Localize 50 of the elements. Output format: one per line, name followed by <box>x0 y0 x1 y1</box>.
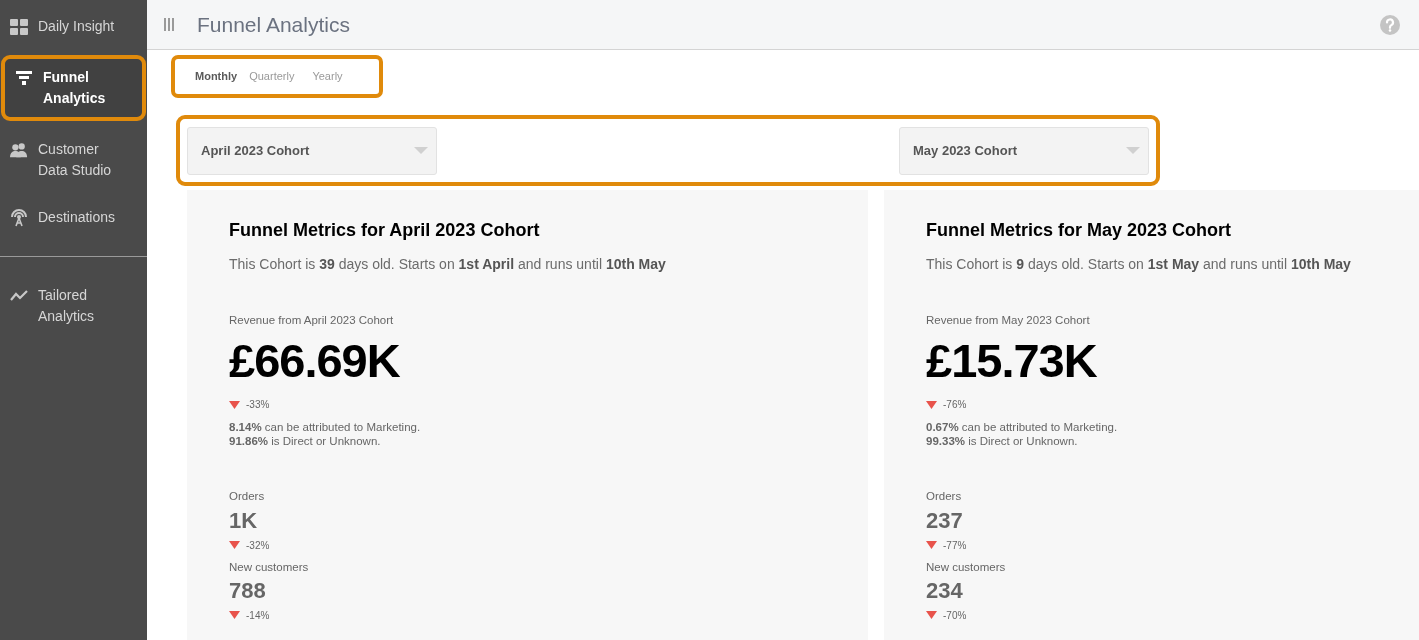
attribution-text: 99.33% is Direct or Unknown. <box>926 434 1079 449</box>
down-triangle-icon <box>229 611 240 620</box>
change-percent: -70% <box>943 608 967 623</box>
revenue-label: Revenue from May 2023 Cohort <box>926 313 1091 328</box>
grid-icon <box>10 18 28 35</box>
change-percent: -77% <box>943 538 967 553</box>
cohort-dropdown[interactable]: May 2023 Cohort <box>899 126 1149 175</box>
caret-icon <box>414 146 428 155</box>
cohort-summary: This Cohort is 9 days old. Starts on 1st May and runs until 10th May <box>926 255 1352 274</box>
attribution-text: 8.14% can be attributed to Marketing. <box>229 420 422 435</box>
funnel-icon <box>16 70 32 85</box>
change-percent: -33% <box>246 398 270 413</box>
period-tab[interactable]: Monthly <box>195 68 238 85</box>
metric-value: 234 <box>926 577 964 604</box>
line-chart-icon <box>10 289 28 302</box>
metric-label: New customers <box>926 559 1007 575</box>
sidebar-item[interactable]: Customer Data Studio <box>0 131 147 189</box>
metric-label: Orders <box>229 489 266 505</box>
down-triangle-icon <box>229 541 240 549</box>
metric-value: 788 <box>229 577 267 604</box>
caret-icon <box>1126 146 1140 155</box>
card-title: Funnel Metrics for May 2023 Cohort <box>926 219 1233 242</box>
change-percent: -14% <box>246 608 270 623</box>
menu-icon[interactable] <box>164 18 174 31</box>
metric-label: Orders <box>926 489 963 505</box>
sidebar-item[interactable]: Tailored Analytics <box>0 277 147 335</box>
down-triangle-icon <box>229 400 240 409</box>
revenue-value: £66.69K <box>229 333 401 390</box>
change-percent: -76% <box>943 398 967 413</box>
users-icon <box>10 141 28 158</box>
metric-label: New customers <box>229 559 310 575</box>
metric-value: 1K <box>229 507 259 534</box>
down-triangle-icon <box>926 611 937 620</box>
page-title: Funnel Analytics <box>197 11 350 38</box>
card-title: Funnel Metrics for April 2023 Cohort <box>229 219 541 242</box>
cohort-summary: This Cohort is 39 days old. Starts on 1st April and runs until 10th May <box>229 255 667 274</box>
antenna-icon <box>10 208 28 227</box>
metric-value: 237 <box>926 507 964 534</box>
revenue-label: Revenue from April 2023 Cohort <box>229 313 395 328</box>
sidebar-item[interactable]: Daily Insight <box>0 8 147 45</box>
sidebar-item-active[interactable]: Funnel Analytics <box>1 55 146 121</box>
revenue-value: £15.73K <box>926 333 1098 390</box>
down-triangle-icon <box>926 541 937 549</box>
down-triangle-icon <box>926 400 937 409</box>
help-icon[interactable] <box>1380 14 1400 35</box>
sidebar-item[interactable]: Destinations <box>0 199 147 236</box>
change-percent: -32% <box>246 538 270 553</box>
attribution-text: 0.67% can be attributed to Marketing. <box>926 420 1119 435</box>
attribution-text: 91.86% is Direct or Unknown. <box>229 434 382 449</box>
cohort-dropdown[interactable]: April 2023 Cohort <box>187 126 437 175</box>
